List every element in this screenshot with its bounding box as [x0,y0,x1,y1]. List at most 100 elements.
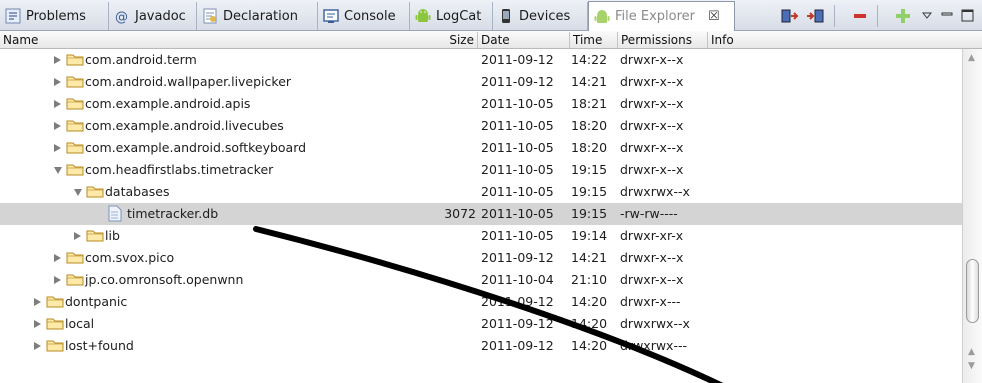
file-date: 2011-09-12 [481,250,554,265]
expanded-triangle-icon[interactable] [74,189,82,196]
file-date: 2011-09-12 [481,74,554,89]
folder-row[interactable]: databases 2011-10-05 19:15 drwxrwx--x [0,181,962,203]
scrollbar-thumb[interactable] [966,259,979,323]
folder-row[interactable]: jp.co.omronsoft.openwnn 2011-10-04 21:10 dr… [0,269,962,291]
declaration-icon [202,8,218,24]
folder-row[interactable]: lib 2011-10-05 19:14 drwxr-xr-x [0,225,962,247]
file-date: 2011-10-05 [481,96,554,111]
folder-row[interactable]: com.svox.pico 2011-09-12 14:21 drwxr-x--x [0,247,962,269]
collapsed-triangle-icon[interactable] [34,342,41,350]
file-permissions: drwxrwx--- [620,338,687,353]
javadoc-icon: @ [114,8,130,25]
folder-icon [46,295,64,308]
file-time: 14:20 [571,294,608,309]
folder-row[interactable]: com.example.android.apis 2011-10-05 18:21 d… [0,93,962,115]
expanded-triangle-icon[interactable] [54,167,62,174]
file-name: dontpanic [65,294,128,309]
collapsed-triangle-icon[interactable] [54,56,61,64]
delete-icon[interactable] [850,6,870,26]
close-tab-icon[interactable]: ☒ [708,9,720,24]
collapsed-triangle-icon[interactable] [54,276,61,284]
file-name: jp.co.omronsoft.openwnn [85,272,244,287]
file-permissions: drwxr-x--x [620,162,684,177]
file-date: 2011-09-12 [481,294,554,309]
folder-row[interactable]: com.android.term 2011-09-12 14:22 drwxr-x--… [0,49,962,71]
view-menu-icon[interactable] [918,6,938,26]
file-name: com.svox.pico [85,250,175,265]
maximize-icon[interactable] [958,6,978,26]
scroll-up-arrow-icon[interactable]: ▲ [968,53,975,63]
file-permissions: drwxr-x--x [620,96,684,111]
table-header: Name Size Date Time Permissions Info [0,31,982,49]
new-folder-icon[interactable] [893,6,913,26]
collapsed-triangle-icon[interactable] [54,100,61,108]
file-size: 3072 [444,206,476,221]
file-permissions: drwxr-x--x [620,272,684,287]
file-permissions: drwxr-x--x [620,74,684,89]
tab-label: File Explorer [615,9,696,24]
tab-devices[interactable]: Devices [493,2,588,30]
collapsed-triangle-icon[interactable] [54,78,61,86]
folder-row[interactable]: lost+found 2011-09-12 14:20 drwxrwx--- [0,335,962,357]
push-file-icon[interactable] [805,6,825,26]
tab-file-explorer[interactable]: File Explorer ☒ [588,1,735,31]
file-size [425,71,476,93]
scroll-down-arrow-icon[interactable]: ▼ [968,361,975,371]
console-icon [323,8,339,24]
tab-declaration[interactable]: Declaration [197,2,318,30]
file-date: 2011-10-05 [481,184,554,199]
collapsed-triangle-icon[interactable] [54,254,61,262]
tab-problems[interactable]: Problems [0,2,109,30]
svg-text:@: @ [115,10,128,24]
file-time: 18:20 [571,118,608,133]
file-name: com.example.android.apis [85,96,251,111]
file-name: com.android.wallpaper.livepicker [85,74,292,89]
folder-row[interactable]: local 2011-09-12 14:20 drwxrwx--x [0,313,962,335]
file-permissions: drwxr-x--x [620,140,684,155]
collapsed-triangle-icon[interactable] [74,232,81,240]
column-header-date[interactable]: Date [477,32,569,48]
column-header-name[interactable]: Name [0,32,425,48]
file-size [425,225,476,247]
scroll-up-arrow-icon[interactable]: ▲ [968,347,975,357]
folder-row[interactable]: com.example.android.softkeyboard 2011-10-… [0,137,962,159]
file-date: 2011-10-05 [481,118,554,133]
file-size [425,115,476,137]
minimize-icon[interactable] [938,6,958,26]
column-header-time[interactable]: Time [569,32,617,48]
column-header-size[interactable]: Size [425,32,477,48]
tab-logcat[interactable]: LogCat [410,2,493,30]
file-permissions: drwxr-x--- [620,294,681,309]
file-date: 2011-10-05 [481,206,554,221]
file-date: 2011-10-05 [481,162,554,177]
file-time: 14:21 [571,250,608,265]
file-name: timetracker.db [127,206,219,221]
folder-row[interactable]: dontpanic 2011-09-12 14:20 drwxr-x--- [0,291,962,313]
collapsed-triangle-icon[interactable] [54,122,61,130]
file-row[interactable]: timetracker.db 3072 2011-10-05 19:15 -rw-rw-… [0,203,962,225]
pull-file-icon[interactable] [780,6,800,26]
file-size [425,313,476,335]
collapsed-triangle-icon[interactable] [34,298,41,306]
collapsed-triangle-icon[interactable] [34,320,41,328]
file-size [425,137,476,159]
tab-label: Devices [519,8,571,24]
folder-row[interactable]: com.example.android.livecubes 2011-10-05 1… [0,115,962,137]
tab-console[interactable]: Console [318,2,410,30]
phone-icon [498,8,514,24]
collapsed-triangle-icon[interactable] [54,144,61,152]
tab-label: Console [344,8,396,24]
vertical-scrollbar[interactable]: ▲ ▲ ▼ [962,49,982,383]
file-permissions: -rw-rw---- [620,206,678,221]
folder-icon [66,141,84,154]
folder-row[interactable]: com.android.wallpaper.livepicker 2011-09-… [0,71,962,93]
column-header-permissions[interactable]: Permissions [617,32,707,48]
tab-javadoc[interactable]: @ Javadoc [109,2,197,30]
folder-icon [66,251,84,264]
problems-icon [5,8,21,24]
file-permissions: drwxrwx--x [620,184,690,199]
view-tab-bar: Problems @ Javadoc Declaration Console L… [0,0,982,31]
folder-row[interactable]: com.headfirstlabs.timetracker 2011-10-05 1… [0,159,962,181]
file-size [425,269,476,291]
column-header-info[interactable]: Info [707,32,962,48]
